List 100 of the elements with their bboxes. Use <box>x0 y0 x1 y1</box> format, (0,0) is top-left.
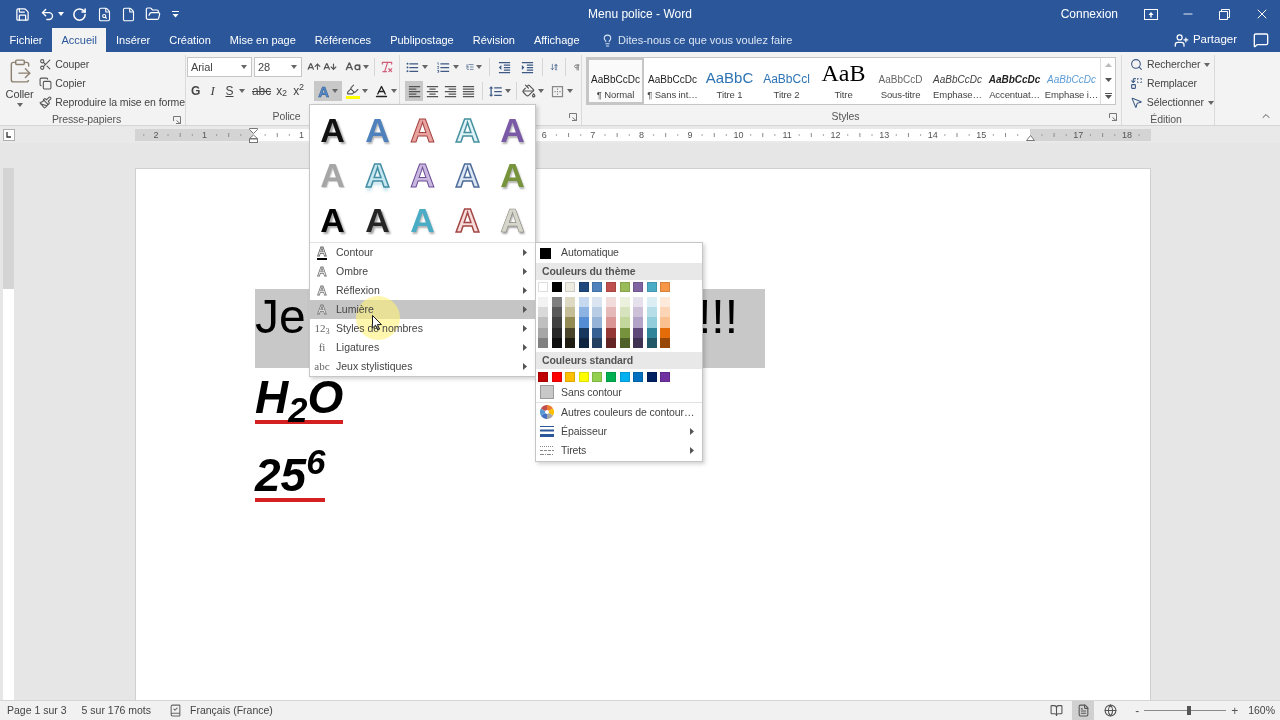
style-option[interactable]: AaBbCcl Titre 2 <box>758 58 815 104</box>
color-swatch-icon[interactable] <box>619 307 630 318</box>
color-swatch-icon[interactable] <box>538 297 548 308</box>
clear-formatting-icon[interactable] <box>380 60 394 74</box>
redo-icon[interactable] <box>72 6 87 22</box>
restore-icon[interactable] <box>1219 8 1230 20</box>
format-button[interactable]: abc <box>250 81 274 101</box>
color-swatch-icon[interactable] <box>538 337 548 348</box>
color-swatch-icon[interactable] <box>565 282 576 292</box>
editing-action[interactable]: Rechercher <box>1130 55 1214 74</box>
print-preview-icon[interactable] <box>97 6 112 22</box>
color-swatch-icon[interactable] <box>619 337 630 348</box>
color-swatch-icon[interactable] <box>633 317 644 328</box>
paint-bucket-icon[interactable] <box>522 84 536 98</box>
format-button[interactable]: S <box>221 81 238 101</box>
menu-item[interactable]: fi Ligatures <box>310 338 535 357</box>
more-styles-icon[interactable] <box>1104 92 1112 99</box>
format-button[interactable]: x$^{2}$ <box>290 81 308 101</box>
font-color-icon[interactable] <box>374 83 390 99</box>
color-swatch-icon[interactable] <box>551 327 562 338</box>
color-swatch-icon[interactable] <box>660 327 671 338</box>
customize-toolbar-icon[interactable] <box>172 10 179 18</box>
color-swatch-icon[interactable] <box>565 327 576 338</box>
ribbon-tab[interactable]: Fichier <box>0 28 52 52</box>
color-swatch-icon[interactable] <box>578 337 589 348</box>
color-swatch-icon[interactable] <box>551 307 562 318</box>
indent-marker-icon[interactable] <box>248 127 258 143</box>
scroll-down-icon[interactable] <box>1104 78 1112 82</box>
tab-selector-icon[interactable] <box>3 128 15 141</box>
color-swatch-icon[interactable] <box>646 317 657 328</box>
style-option[interactable]: AaBbCcDc ¶ Sans int… <box>644 58 701 104</box>
color-swatch-icon[interactable] <box>592 327 603 338</box>
style-option[interactable]: AaBbCcDc ¶ Normal <box>587 58 644 104</box>
color-swatch-icon[interactable] <box>633 327 644 338</box>
menu-item[interactable]: Automatique <box>536 243 702 263</box>
color-swatch-icon[interactable] <box>633 297 644 308</box>
color-swatch-icon[interactable] <box>660 282 671 292</box>
save-icon[interactable] <box>15 6 30 22</box>
menu-item[interactable]: Sans contour <box>536 382 702 402</box>
ribbon-tab[interactable]: Création <box>159 28 221 52</box>
style-option[interactable]: AaBbCcD Sous-titre <box>872 58 929 104</box>
color-swatch-icon[interactable] <box>646 337 657 348</box>
color-swatch-icon[interactable] <box>551 297 562 308</box>
color-swatch-icon[interactable] <box>592 317 603 328</box>
menu-item[interactable]: Épaisseur <box>536 421 702 441</box>
menu-item[interactable]: Tirets <box>536 440 702 460</box>
color-swatch-icon[interactable] <box>660 371 671 382</box>
color-swatch-icon[interactable] <box>538 327 548 338</box>
text-effect-option[interactable]: A <box>355 197 400 242</box>
decrease-indent-icon[interactable] <box>497 59 513 75</box>
style-option[interactable]: AaB Titre <box>815 58 872 104</box>
color-swatch-icon[interactable] <box>605 317 616 328</box>
style-option[interactable]: AaBbCcDc Accentuat… <box>986 58 1043 104</box>
color-swatch-icon[interactable] <box>592 307 603 318</box>
menu-item[interactable]: A Lumière <box>310 300 535 319</box>
text-effect-option[interactable]: A <box>310 107 355 152</box>
page-count[interactable]: Page 1 sur 3 <box>7 702 67 719</box>
format-button[interactable]: G <box>187 81 204 101</box>
color-swatch-icon[interactable] <box>619 327 630 338</box>
color-swatch-icon[interactable] <box>633 282 644 292</box>
color-swatch-icon[interactable] <box>578 327 589 338</box>
color-swatch-icon[interactable] <box>646 327 657 338</box>
sign-in-link[interactable]: Connexion <box>1060 5 1118 23</box>
color-swatch-icon[interactable] <box>551 317 562 328</box>
color-swatch-icon[interactable] <box>538 307 548 318</box>
color-swatch-icon[interactable] <box>565 297 576 308</box>
color-swatch-icon[interactable] <box>565 371 576 382</box>
text-effect-option[interactable]: A <box>490 107 535 152</box>
ribbon-tab[interactable]: Affichage <box>524 28 590 52</box>
format-button[interactable]: I <box>204 81 221 101</box>
color-swatch-icon[interactable] <box>578 307 589 318</box>
ribbon-display-options-icon[interactable] <box>1143 8 1158 20</box>
color-swatch-icon[interactable] <box>578 371 589 382</box>
color-swatch-icon[interactable] <box>551 371 562 382</box>
ribbon-tab[interactable]: Références <box>305 28 381 52</box>
color-swatch-icon[interactable] <box>592 297 603 308</box>
color-swatch-icon[interactable] <box>605 337 616 348</box>
menu-item[interactable]: A Réflexion <box>310 281 535 300</box>
color-swatch-icon[interactable] <box>565 317 576 328</box>
text-effect-option[interactable]: A <box>355 107 400 152</box>
color-swatch-icon[interactable] <box>605 371 616 382</box>
zoom-slider-thumb[interactable] <box>1187 706 1192 715</box>
language-status[interactable]: Français (France) <box>190 702 273 719</box>
color-swatch-icon[interactable] <box>605 282 616 292</box>
editing-action[interactable]: Remplacer <box>1130 74 1214 93</box>
increase-indent-icon[interactable] <box>520 59 536 75</box>
color-swatch-icon[interactable] <box>565 307 576 318</box>
zoom-in-button[interactable]: + <box>1231 704 1239 717</box>
color-swatch-icon[interactable] <box>619 297 630 308</box>
color-swatch-icon[interactable] <box>605 307 616 318</box>
menu-item[interactable]: Autres couleurs de contour… <box>536 402 702 422</box>
color-swatch-icon[interactable] <box>565 337 576 348</box>
style-option[interactable]: AaBbCcDc Emphase… <box>929 58 986 104</box>
color-swatch-icon[interactable] <box>592 282 603 292</box>
color-swatch-icon[interactable] <box>619 371 630 382</box>
color-swatch-icon[interactable] <box>619 282 630 292</box>
ribbon-tab[interactable]: Insérer <box>106 28 160 52</box>
proofing-icon[interactable] <box>169 704 182 717</box>
color-swatch-icon[interactable] <box>660 337 671 348</box>
clipboard-action[interactable]: Couper <box>39 55 185 74</box>
